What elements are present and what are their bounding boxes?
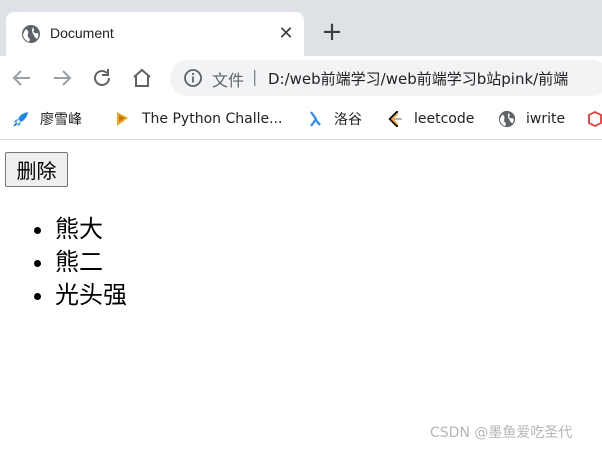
bookmark-label: 廖雪峰: [40, 112, 82, 128]
cube-icon: [588, 110, 602, 128]
back-arrow-icon[interactable]: [10, 66, 34, 90]
globe-icon: [21, 24, 41, 44]
delete-button[interactable]: 删除: [5, 152, 68, 187]
home-icon[interactable]: [130, 66, 154, 90]
python-challenge-icon: [114, 110, 132, 128]
bookmark-luogu[interactable]: 洛谷: [306, 108, 362, 130]
list-item: 熊大: [55, 213, 127, 246]
bear-list: 熊大 熊二 光头强: [55, 213, 127, 312]
info-icon[interactable]: [184, 69, 202, 87]
leetcode-icon: [386, 110, 404, 128]
bookmark-label: The Python Challe...: [142, 111, 283, 127]
reload-icon[interactable]: [90, 66, 114, 90]
url-text[interactable]: D:/web前端学习/web前端学习b站pink/前端: [268, 68, 602, 89]
scheme-label: 文件: [212, 71, 245, 90]
close-icon[interactable]: ✕: [276, 24, 296, 44]
browser-tab[interactable]: Document ✕: [6, 12, 304, 56]
bookmark-leetcode[interactable]: leetcode: [386, 108, 474, 130]
list-item: 光头强: [55, 279, 127, 312]
luogu-icon: [306, 110, 324, 128]
rocket-icon: [12, 110, 30, 128]
bookmarks-bar: 廖雪峰 The Python Challe... 洛谷 leetcode iwr…: [0, 100, 602, 140]
tab-strip: Document ✕ +: [0, 0, 602, 56]
bookmark-overflow[interactable]: [588, 108, 602, 130]
csdn-watermark: CSDN @墨鱼爱吃圣代: [430, 425, 573, 441]
bookmark-label: leetcode: [414, 111, 475, 127]
bookmark-label: iwrite: [526, 111, 566, 127]
new-tab-button[interactable]: +: [320, 19, 344, 45]
bookmark-label: 洛谷: [334, 112, 362, 128]
list-item: 熊二: [55, 246, 127, 279]
address-bar[interactable]: 文件 | D:/web前端学习/web前端学习b站pink/前端: [170, 60, 602, 96]
globe-icon: [498, 110, 516, 128]
bookmark-liaoxuefeng[interactable]: 廖雪峰: [12, 108, 82, 130]
forward-arrow-icon[interactable]: [50, 66, 74, 90]
page-content: 删除 熊大 熊二 光头强 CSDN @墨鱼爱吃圣代: [0, 141, 602, 450]
bookmark-iwrite[interactable]: iwrite: [498, 108, 565, 130]
bookmark-python-challenge[interactable]: The Python Challe...: [114, 108, 282, 130]
tab-title: Document: [50, 25, 114, 41]
browser-toolbar: 文件 | D:/web前端学习/web前端学习b站pink/前端: [0, 56, 602, 100]
url-separator: |: [252, 67, 258, 86]
